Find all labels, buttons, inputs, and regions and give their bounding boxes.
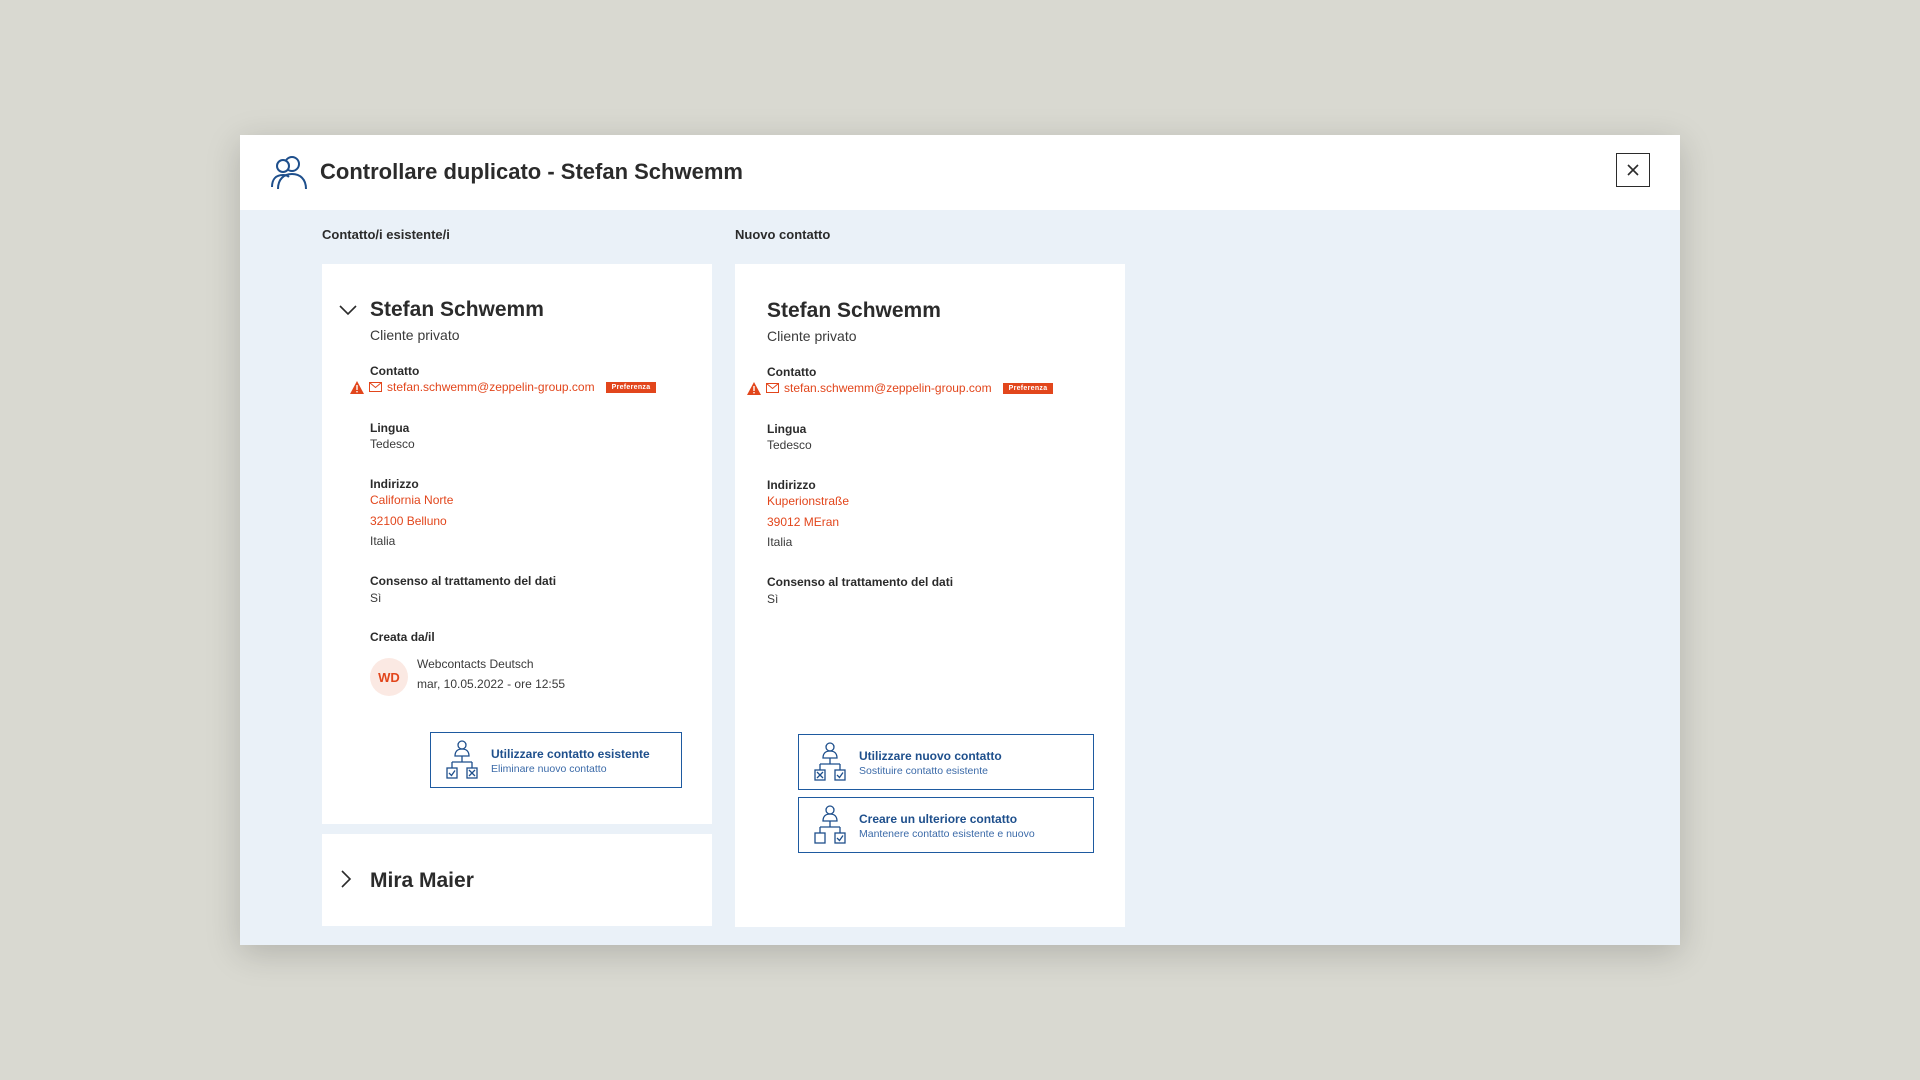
preference-badge: Preferenza xyxy=(1002,382,1054,394)
warning-icon xyxy=(350,380,364,394)
modal-header: Controllare duplicato - Stefan Schwemm xyxy=(240,135,1680,210)
existing-contacts-label: Contatto/i esistente/i xyxy=(322,227,450,242)
mail-icon xyxy=(766,383,779,393)
created-label: Creata da/il xyxy=(370,630,435,644)
button-title: Utilizzare contatto esistente xyxy=(491,747,650,761)
merge-new-icon xyxy=(814,742,846,781)
consent-label: Consenso al trattamento del dati xyxy=(767,575,954,589)
chevron-right-icon[interactable] xyxy=(336,869,356,889)
contact-type: Cliente privato xyxy=(767,328,857,344)
address-line1[interactable]: California Norte xyxy=(370,490,453,510)
created-date: mar, 10.05.2022 - ore 12:55 xyxy=(417,677,566,691)
creator-name: Webcontacts Deutsch xyxy=(417,657,534,671)
contact-label: Contatto xyxy=(370,364,420,378)
address-line1[interactable]: Kuperionstraße xyxy=(767,491,849,511)
address-country: Italia xyxy=(370,534,396,548)
modal-title: Controllare duplicato - Stefan Schwemm xyxy=(320,159,743,184)
language-label: Lingua xyxy=(767,422,807,436)
button-subtitle: Eliminare nuovo contatto xyxy=(491,763,607,775)
new-contact-card: Stefan Schwemm Cliente privato Contatto … xyxy=(735,264,1125,927)
language-value: Tedesco xyxy=(767,438,812,452)
language-value: Tedesco xyxy=(370,437,415,451)
button-subtitle: Sostituire contatto esistente xyxy=(859,765,988,777)
consent-value: Sì xyxy=(767,592,779,606)
avatar: WD xyxy=(370,658,408,696)
email-row: stefan.schwemm@zeppelin-group.com Prefer… xyxy=(350,380,657,394)
address-line2[interactable]: 39012 MEran xyxy=(767,512,839,532)
address-label: Indirizzo xyxy=(370,477,419,491)
button-title: Creare un ulteriore contatto xyxy=(859,812,1018,826)
use-new-contact-button[interactable]: Utilizzare nuovo contatto Sostituire con… xyxy=(798,734,1094,790)
address-label: Indirizzo xyxy=(767,478,816,492)
contact-name: Stefan Schwemm xyxy=(370,298,544,321)
duplicate-check-modal: Controllare duplicato - Stefan Schwemm C… xyxy=(240,135,1680,945)
address-line2[interactable]: 32100 Belluno xyxy=(370,511,447,531)
create-additional-contact-button[interactable]: Creare un ulteriore contatto Mantenere c… xyxy=(798,797,1094,853)
use-existing-contact-button[interactable]: Utilizzare contatto esistente Eliminare … xyxy=(430,732,682,788)
button-subtitle: Mantenere contatto esistente e nuovo xyxy=(859,828,1035,840)
close-button[interactable] xyxy=(1616,153,1650,187)
mail-icon xyxy=(369,382,382,392)
consent-value: Sì xyxy=(370,591,382,605)
email-link[interactable]: stefan.schwemm@zeppelin-group.com xyxy=(387,380,595,394)
address-country: Italia xyxy=(767,535,793,549)
users-icon xyxy=(271,156,307,190)
button-title: Utilizzare nuovo contatto xyxy=(859,749,1002,763)
email-link[interactable]: stefan.schwemm@zeppelin-group.com xyxy=(784,381,992,395)
language-label: Lingua xyxy=(370,421,410,435)
existing-contact-card: Stefan Schwemm Cliente privato Contatto … xyxy=(322,264,712,824)
contact-name: Stefan Schwemm xyxy=(767,299,941,322)
contact-label: Contatto xyxy=(767,365,817,379)
warning-icon xyxy=(747,381,761,395)
contact-name: Mira Maier xyxy=(370,869,474,892)
merge-existing-icon xyxy=(446,740,478,779)
new-contact-label: Nuovo contatto xyxy=(735,227,831,242)
contact-type: Cliente privato xyxy=(370,327,460,343)
email-row: stefan.schwemm@zeppelin-group.com Prefer… xyxy=(747,381,1054,395)
other-contact-card[interactable]: Mira Maier xyxy=(322,834,712,926)
close-icon xyxy=(1627,164,1639,176)
preference-badge: Preferenza xyxy=(605,381,657,393)
consent-label: Consenso al trattamento del dati xyxy=(370,574,557,588)
chevron-down-icon[interactable] xyxy=(338,300,358,320)
keep-both-icon xyxy=(814,805,846,844)
